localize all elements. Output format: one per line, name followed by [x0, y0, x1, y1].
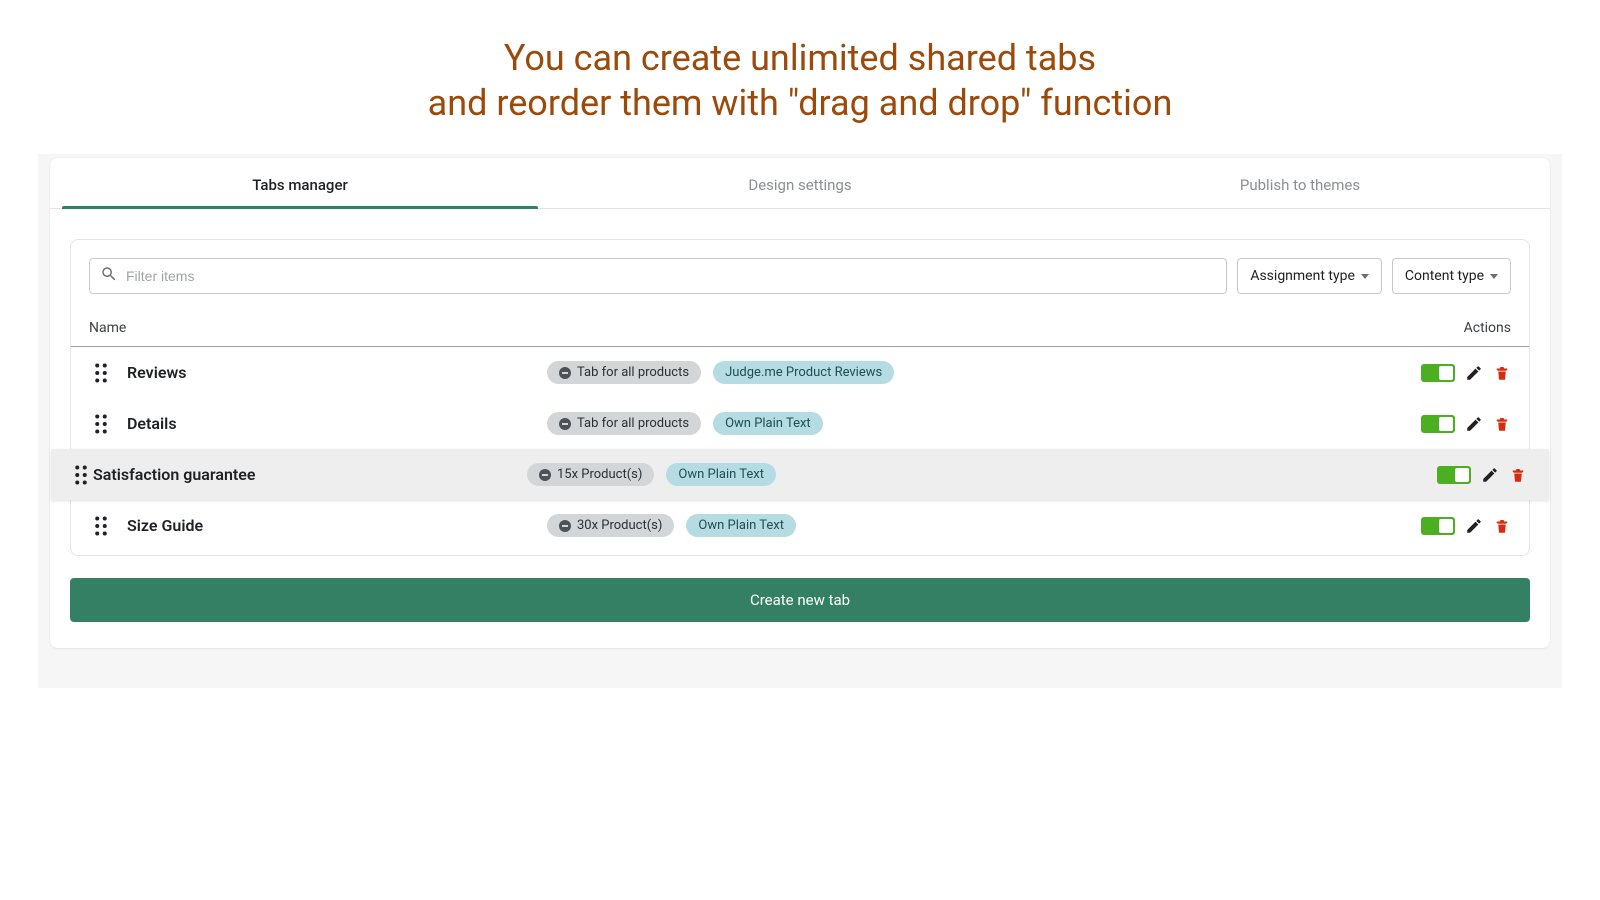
tab-design[interactable]: Design settings — [550, 158, 1050, 208]
tab-publish[interactable]: Publish to themes — [1050, 158, 1550, 208]
minus-circle-icon — [539, 469, 551, 481]
assignment-pill-label: 15x Product(s) — [557, 467, 642, 482]
row-name: Size Guide — [127, 516, 547, 535]
row-tags: 15x Product(s) Own Plain Text — [527, 463, 1437, 486]
edit-icon[interactable] — [1465, 415, 1483, 433]
table-row: Size Guide 30x Product(s) Own Plain Text — [71, 500, 1529, 551]
table-row: Satisfaction guarantee 15x Product(s) Ow… — [51, 449, 1549, 500]
search-icon — [100, 265, 118, 287]
table-row: Details Tab for all products Own Plain T… — [71, 398, 1529, 449]
minus-circle-icon — [559, 367, 571, 379]
edit-icon[interactable] — [1465, 517, 1483, 535]
enable-toggle[interactable] — [1421, 415, 1455, 433]
hero-line-1: You can create unlimited shared tabs — [0, 36, 1600, 81]
tab-manager[interactable]: Tabs manager — [50, 158, 550, 208]
delete-icon[interactable] — [1493, 517, 1511, 535]
content-pill: Own Plain Text — [666, 463, 776, 486]
minus-circle-icon — [559, 418, 571, 430]
tab-publish-label: Publish to themes — [1240, 176, 1360, 194]
delete-icon[interactable] — [1493, 364, 1511, 382]
assignment-type-label: Assignment type — [1250, 268, 1355, 284]
row-name: Details — [127, 414, 547, 433]
content-card: Assignment type Content type Name Action… — [70, 239, 1530, 556]
drag-handle-icon[interactable] — [69, 465, 93, 485]
assignment-pill: 30x Product(s) — [547, 514, 674, 537]
delete-icon[interactable] — [1509, 466, 1527, 484]
content-pill: Own Plain Text — [713, 412, 823, 435]
top-tabs: Tabs manager Design settings Publish to … — [50, 158, 1550, 209]
row-tags: Tab for all products Own Plain Text — [547, 412, 1421, 435]
main-panel: Tabs manager Design settings Publish to … — [50, 158, 1550, 648]
assignment-pill-label: Tab for all products — [577, 365, 689, 380]
caret-down-icon — [1361, 274, 1369, 279]
search-input[interactable] — [118, 268, 1216, 284]
assignment-pill-label: 30x Product(s) — [577, 518, 662, 533]
tab-design-label: Design settings — [748, 176, 851, 194]
table-row: Reviews Tab for all products Judge.me Pr… — [71, 347, 1529, 398]
search-input-wrap[interactable] — [89, 258, 1227, 294]
content-pill-label: Own Plain Text — [725, 416, 811, 431]
col-actions: Actions — [1464, 320, 1511, 336]
content-type-label: Content type — [1405, 268, 1484, 284]
drag-handle-icon[interactable] — [89, 414, 113, 434]
minus-circle-icon — [559, 520, 571, 532]
row-actions — [1421, 364, 1511, 382]
assignment-type-dropdown[interactable]: Assignment type — [1237, 258, 1382, 294]
create-new-tab-button[interactable]: Create new tab — [70, 578, 1530, 622]
assignment-pill: 15x Product(s) — [527, 463, 654, 486]
row-actions — [1421, 415, 1511, 433]
hero-line-2: and reorder them with "drag and drop" fu… — [0, 81, 1600, 126]
tab-manager-label: Tabs manager — [252, 176, 348, 194]
enable-toggle[interactable] — [1421, 517, 1455, 535]
row-name: Satisfaction guarantee — [93, 465, 527, 484]
delete-icon[interactable] — [1493, 415, 1511, 433]
assignment-pill: Tab for all products — [547, 361, 701, 384]
assignment-pill-label: Tab for all products — [577, 416, 689, 431]
row-tags: 30x Product(s) Own Plain Text — [547, 514, 1421, 537]
enable-toggle[interactable] — [1437, 466, 1471, 484]
content-pill: Own Plain Text — [686, 514, 796, 537]
row-actions — [1421, 517, 1511, 535]
rows-container: Reviews Tab for all products Judge.me Pr… — [71, 347, 1529, 551]
content-pill: Judge.me Product Reviews — [713, 361, 894, 384]
content-pill-label: Judge.me Product Reviews — [725, 365, 882, 380]
enable-toggle[interactable] — [1421, 364, 1455, 382]
col-name: Name — [89, 320, 126, 336]
filter-row: Assignment type Content type — [71, 240, 1529, 306]
app-container: Tabs manager Design settings Publish to … — [38, 154, 1562, 688]
assignment-pill: Tab for all products — [547, 412, 701, 435]
drag-handle-icon[interactable] — [89, 516, 113, 536]
row-name: Reviews — [127, 363, 547, 382]
content-pill-label: Own Plain Text — [678, 467, 764, 482]
hero-title: You can create unlimited shared tabs and… — [0, 0, 1600, 154]
edit-icon[interactable] — [1481, 466, 1499, 484]
content-type-dropdown[interactable]: Content type — [1392, 258, 1511, 294]
edit-icon[interactable] — [1465, 364, 1483, 382]
caret-down-icon — [1490, 274, 1498, 279]
row-tags: Tab for all products Judge.me Product Re… — [547, 361, 1421, 384]
create-new-tab-label: Create new tab — [750, 591, 850, 609]
drag-handle-icon[interactable] — [89, 363, 113, 383]
content-pill-label: Own Plain Text — [698, 518, 784, 533]
row-actions — [1437, 466, 1527, 484]
table-header: Name Actions — [71, 306, 1529, 347]
